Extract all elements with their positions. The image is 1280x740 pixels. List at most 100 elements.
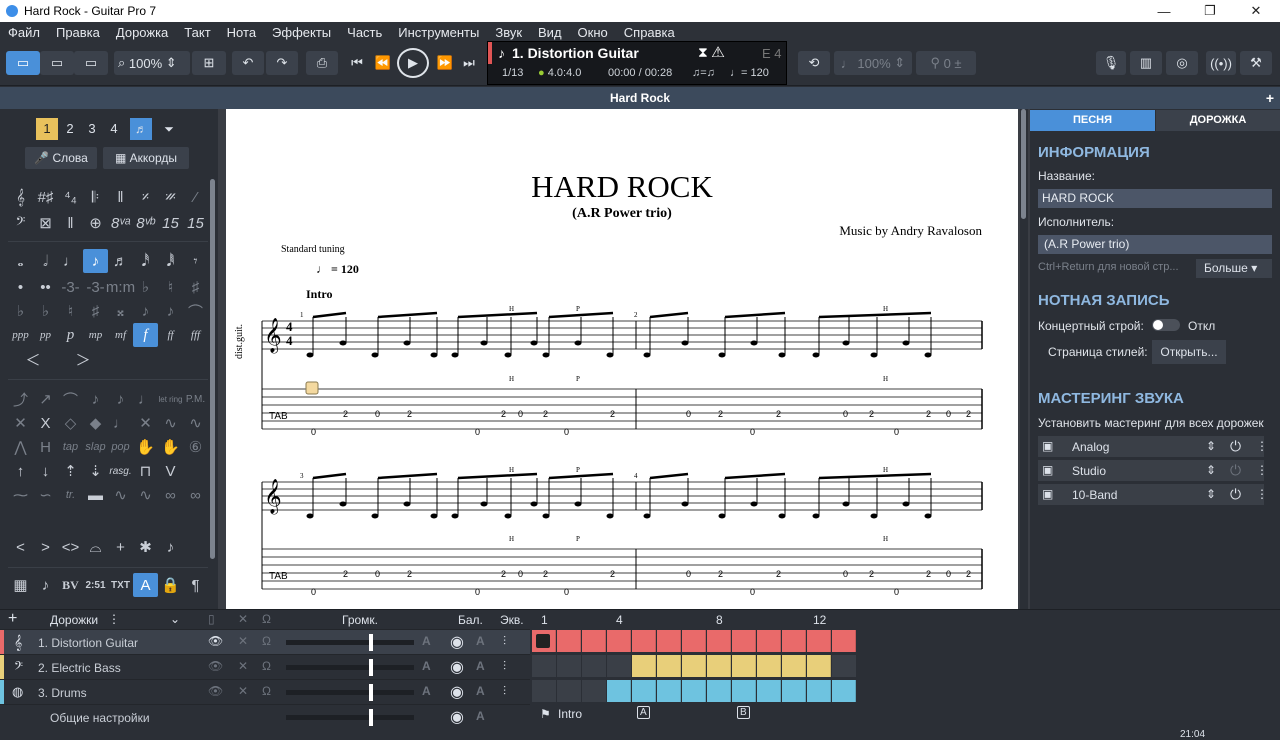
menu-note[interactable]: Нота <box>219 25 264 40</box>
redo-button[interactable]: ↷ <box>266 51 298 75</box>
rasg-icon[interactable]: rasg. <box>108 459 133 483</box>
decrescendo-icon[interactable]: ＞ <box>58 347 108 371</box>
p-icon[interactable]: p <box>58 323 83 347</box>
loop-wave-icon[interactable]: ∞ <box>158 483 183 507</box>
track-bar-cell[interactable] <box>557 630 581 652</box>
stylesheet-open-button[interactable]: Открыть... <box>1152 340 1226 364</box>
bv-icon[interactable]: BV <box>58 573 83 597</box>
tab-track[interactable]: ДОРОЖКА <box>1156 110 1280 131</box>
eq-icon[interactable]: ⫶ <box>503 684 506 699</box>
ppp-icon[interactable]: ppp <box>8 323 33 347</box>
tenuto-icon[interactable]: ♪ <box>158 535 183 559</box>
thirtysecond-note-icon[interactable]: 𝅘𝅥𝅰 <box>133 249 158 273</box>
more-dots-icon[interactable]: ⋮ <box>1256 439 1268 453</box>
repeat-open-icon[interactable]: 𝄆 <box>83 185 108 209</box>
bar-double-icon[interactable]: ‖ <box>58 211 83 235</box>
menu-edit[interactable]: Правка <box>48 25 108 40</box>
track-bar-cell[interactable] <box>557 655 581 677</box>
auto-volume-icon[interactable]: A <box>422 684 431 698</box>
menu-view[interactable]: Вид <box>530 25 570 40</box>
tapping-icon[interactable]: ♩ <box>108 411 133 435</box>
quarter-note-icon[interactable]: ♩ <box>58 249 83 273</box>
track-bar-cell[interactable] <box>632 655 656 677</box>
more-button[interactable]: Больше ▾ <box>1196 259 1272 278</box>
eighth-note-icon[interactable]: ♪ <box>83 249 108 273</box>
menu-file[interactable]: Файл <box>0 25 48 40</box>
double-flat-icon[interactable]: ♭ <box>8 299 33 323</box>
layout-button[interactable]: ⊞ <box>192 51 226 75</box>
voice-1-button[interactable]: 1 <box>36 118 58 140</box>
marker-b[interactable]: B <box>737 706 750 719</box>
clef-icon[interactable]: 𝄞 <box>8 185 33 209</box>
sound-button[interactable]: ((•)) <box>1206 51 1236 75</box>
go-start-button[interactable]: ⏮ <box>346 51 368 75</box>
add-track-icon[interactable]: + <box>8 610 17 628</box>
timer-icon[interactable]: 2:51 <box>83 573 108 597</box>
sixtyfourth-note-icon[interactable]: 𝅘𝅥𝅱 <box>158 249 183 273</box>
power-icon[interactable]: ⏻ <box>1230 462 1241 479</box>
dot-icon[interactable]: • <box>8 275 33 299</box>
visibility-icon[interactable]: 👁 <box>208 634 223 648</box>
solo-icon[interactable]: Ω <box>262 634 271 648</box>
close-button[interactable]: ✕ <box>1233 0 1279 22</box>
balance-knob-icon[interactable]: ◉ <box>450 682 464 702</box>
track-bar-cell[interactable] <box>657 630 681 652</box>
track-bar-cell[interactable] <box>582 630 606 652</box>
tuner-control[interactable]: ⚲ 0 ± <box>916 51 976 75</box>
track-bar-cell[interactable] <box>632 680 656 702</box>
coda-sign-icon[interactable]: ⊕ <box>83 211 108 235</box>
pp-icon[interactable]: pp <box>33 323 58 347</box>
tap-icon[interactable]: tap <box>58 435 83 459</box>
new-tab-icon[interactable]: + <box>1266 87 1274 109</box>
track-bar-cell[interactable] <box>807 655 831 677</box>
let-ring-text-icon[interactable]: let ring <box>158 387 183 411</box>
visibility-icon[interactable]: 👁 <box>208 684 223 698</box>
txt-icon[interactable]: TXT <box>108 573 133 597</box>
loop-wave2-icon[interactable]: ∞ <box>183 483 208 507</box>
string-six-icon[interactable]: ⑥ <box>183 435 208 459</box>
auto-balance-icon[interactable]: A <box>476 634 485 648</box>
hand2-icon[interactable]: ✋ <box>158 435 183 459</box>
mute-icon[interactable]: ✕ <box>238 659 248 673</box>
lock-icon[interactable]: 🔒 <box>158 573 183 597</box>
score-scroll-thumb[interactable] <box>1021 109 1026 219</box>
fermata-icon[interactable]: ⌓ <box>83 535 108 559</box>
natural2-icon[interactable]: ♮ <box>58 299 83 323</box>
volume-slider[interactable] <box>286 640 414 645</box>
page-view-button[interactable]: ▭ <box>6 51 40 75</box>
volume-slider[interactable] <box>286 690 414 695</box>
general-settings-row[interactable]: Общие настройки ◉ A <box>0 704 530 729</box>
slide-icon[interactable]: ↗ <box>33 387 58 411</box>
ottava-icon[interactable]: 8ᵛᵃ <box>108 211 133 235</box>
rasgueado-icon[interactable]: ✕ <box>133 411 158 435</box>
arpeggio-down-icon[interactable]: ⇣ <box>83 459 108 483</box>
sharp-icon[interactable]: ♯ <box>183 275 208 299</box>
mic-button[interactable]: 🎙 <box>1096 51 1126 75</box>
track-bar-cell[interactable] <box>757 655 781 677</box>
natural-icon[interactable]: ♮ <box>158 275 183 299</box>
track-bar-cell[interactable] <box>707 680 731 702</box>
track-bar-cell[interactable] <box>757 680 781 702</box>
auto-balance-icon[interactable]: A <box>476 684 485 698</box>
crescendo-icon[interactable]: ＜ <box>8 347 58 371</box>
score-page[interactable]: HARD ROCK (A.R Power trio) Music by Andr… <box>226 109 1018 609</box>
eq-icon[interactable]: ⫶ <box>503 634 506 649</box>
balance-knob-icon[interactable]: ◉ <box>450 632 464 652</box>
horizontal-view-button[interactable]: ▭ <box>40 51 74 75</box>
solo-icon[interactable]: Ω <box>262 684 271 698</box>
tracks-collapse-icon[interactable]: ⌄ <box>170 612 180 626</box>
auto-master-icon[interactable]: A <box>476 709 485 723</box>
artist-field[interactable]: (A.R Power trio) <box>1038 235 1272 254</box>
staccato-icon[interactable]: ✱ <box>133 535 158 559</box>
downstroke-icon[interactable]: ⊓ <box>133 459 158 483</box>
track-bar-cell[interactable] <box>607 655 631 677</box>
trill-icon[interactable]: ∿ <box>158 411 183 435</box>
track-bar-cell[interactable] <box>732 655 756 677</box>
coda-icon[interactable]: ⁄ <box>183 185 208 209</box>
volume-handle[interactable] <box>369 659 373 676</box>
drum-view-button[interactable]: ◎ <box>1166 51 1198 75</box>
power-icon[interactable]: ⏻ <box>1230 438 1241 455</box>
mp-icon[interactable]: mp <box>83 323 108 347</box>
barline-icon[interactable]: ‖ <box>108 185 133 209</box>
metronome-icon[interactable]: ⧗ ⚠ <box>698 44 724 61</box>
